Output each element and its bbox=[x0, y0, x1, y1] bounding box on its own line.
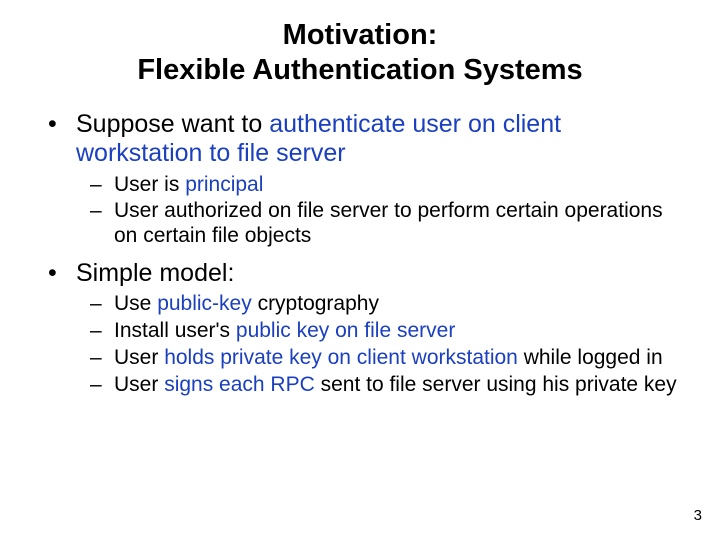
bullet-item: Simple model: Use public-key cryptography… bbox=[58, 259, 690, 398]
term-text: signs each RPC bbox=[164, 373, 315, 396]
page-number: 3 bbox=[694, 507, 702, 524]
text-run: User authorized on file server to perfor… bbox=[114, 199, 663, 247]
title-line-1: Motivation: bbox=[283, 19, 438, 51]
text-run: User bbox=[114, 346, 164, 369]
text-run: Install user's bbox=[114, 319, 236, 342]
sub-bullet-item: Use public-key cryptography bbox=[100, 292, 690, 317]
text-run: User bbox=[114, 373, 164, 396]
text-run: cryptography bbox=[252, 292, 379, 315]
sub-bullet-item: Install user's public key on file server bbox=[100, 319, 690, 344]
text-run: sent to file server using his private ke… bbox=[315, 373, 677, 396]
text-run: while logged in bbox=[518, 346, 663, 369]
text-run: Use bbox=[114, 292, 157, 315]
term-text: public key on file server bbox=[236, 319, 455, 342]
slide: Motivation: Flexible Authentication Syst… bbox=[0, 0, 720, 540]
term-text: public-key bbox=[157, 292, 252, 315]
slide-title: Motivation: Flexible Authentication Syst… bbox=[30, 18, 690, 88]
sub-bullet-list: Use public-key cryptographyInstall user'… bbox=[76, 292, 690, 397]
text-run: Simple model: bbox=[76, 259, 234, 287]
sub-bullet-item: User holds private key on client worksta… bbox=[100, 346, 690, 371]
title-line-2: Flexible Authentication Systems bbox=[137, 54, 582, 86]
sub-bullet-item: User signs each RPC sent to file server … bbox=[100, 373, 690, 398]
term-text: principal bbox=[185, 173, 263, 196]
bullet-item: Suppose want to authenticate user on cli… bbox=[58, 110, 690, 249]
text-run: User is bbox=[114, 173, 185, 196]
sub-bullet-list: User is principalUser authorized on file… bbox=[76, 173, 690, 249]
sub-bullet-item: User is principal bbox=[100, 173, 690, 198]
bullet-list: Suppose want to authenticate user on cli… bbox=[30, 110, 690, 398]
text-run: Suppose want to bbox=[76, 110, 269, 138]
sub-bullet-item: User authorized on file server to perfor… bbox=[100, 199, 690, 249]
term-text: holds private key on client workstation bbox=[164, 346, 518, 369]
